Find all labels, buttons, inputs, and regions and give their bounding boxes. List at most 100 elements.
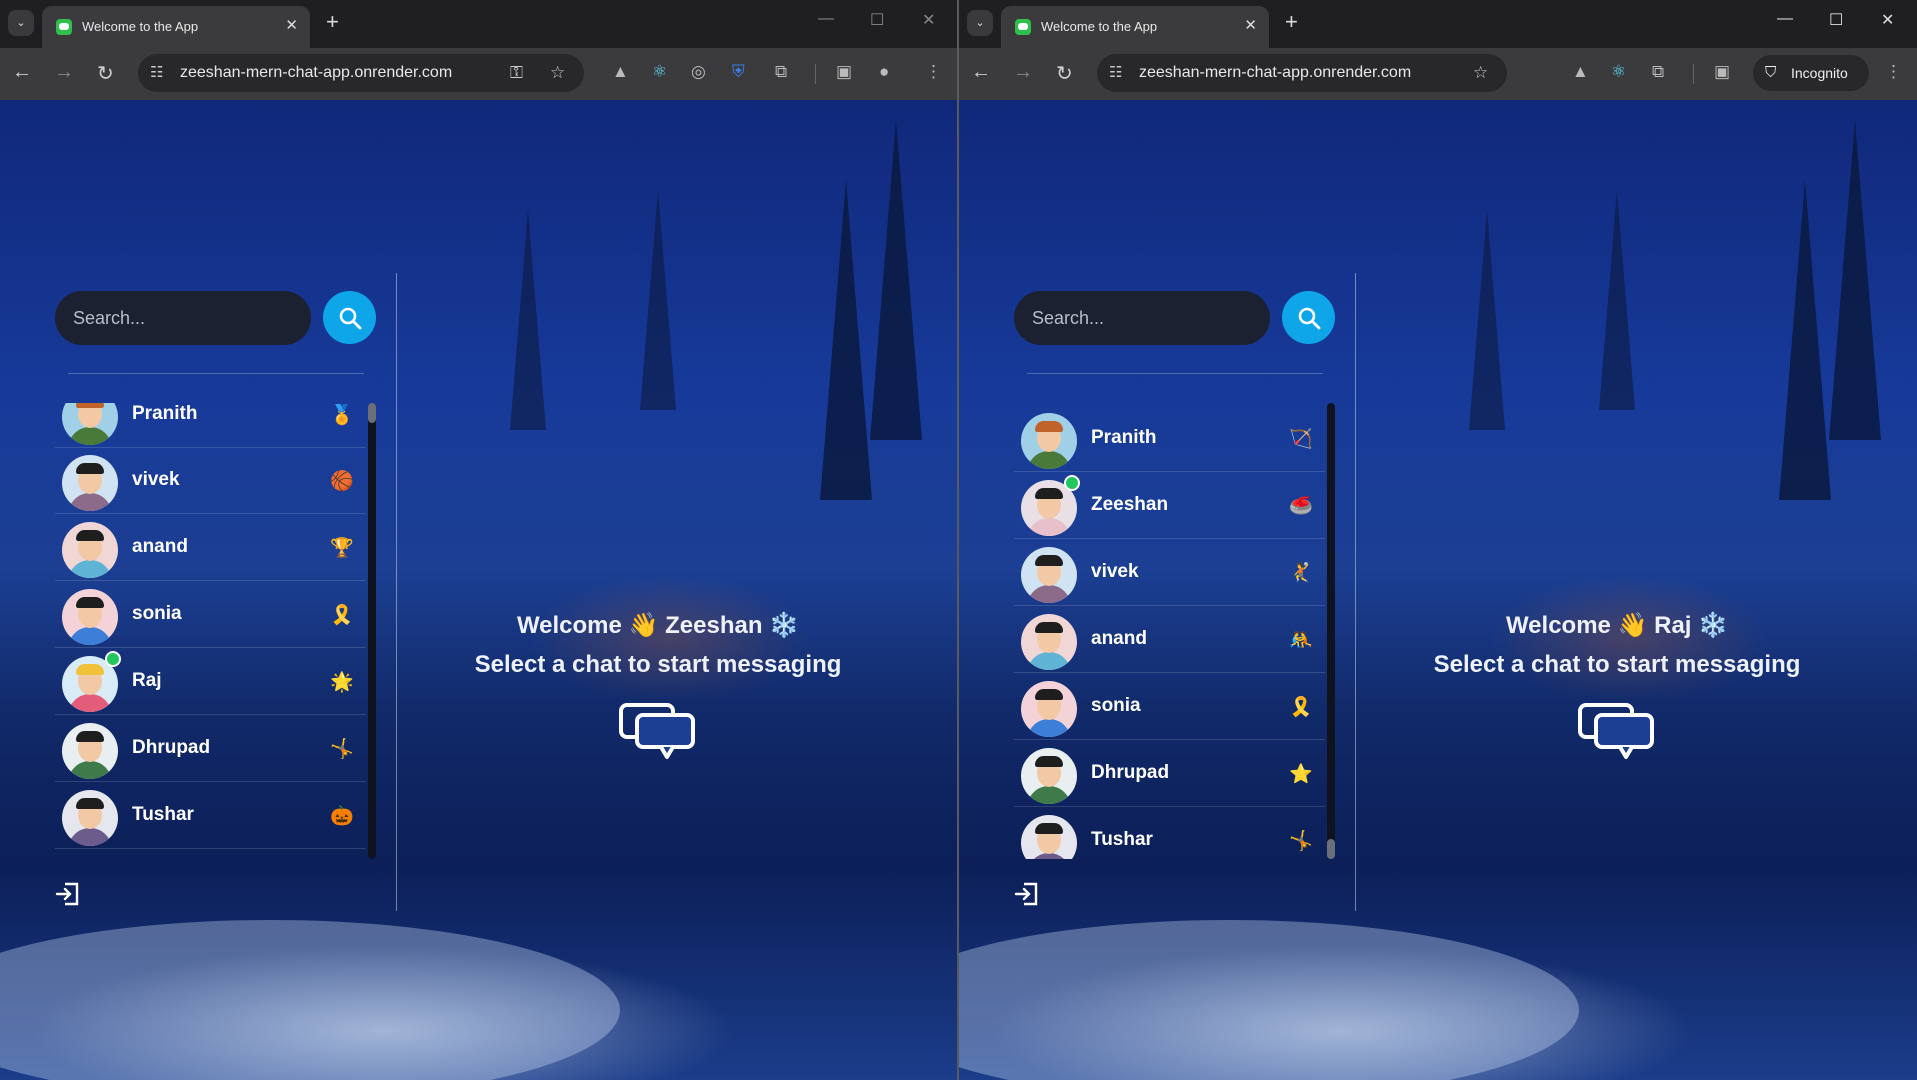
conversation-item[interactable]: sonia 🎗️ — [55, 581, 366, 648]
avatar — [1021, 748, 1077, 804]
conversation-item[interactable]: Pranith 🏹 — [1014, 405, 1325, 472]
conversation-list: Pranith 🏅 vivek 🏀 anand 🏆 sonia 🎗️ Raj 🌟… — [55, 403, 366, 859]
minimize-icon[interactable]: — — [1777, 10, 1793, 28]
reload-icon[interactable]: ↻ — [1056, 61, 1073, 86]
url-text: zeeshan-mern-chat-app.onrender.com — [1139, 64, 1412, 81]
extension-shield-icon[interactable]: ▲ — [612, 62, 629, 82]
profile-avatar-icon[interactable]: ● — [879, 62, 889, 82]
avatar — [62, 455, 118, 511]
address-bar[interactable]: ☷ zeeshan-mern-chat-app.onrender.com ☆ — [1097, 54, 1507, 92]
menu-icon[interactable]: ⋮ — [1885, 62, 1902, 82]
tab-search-button[interactable]: ⌄ — [8, 10, 34, 36]
user-name: Raj — [132, 670, 162, 691]
conversation-item[interactable]: Pranith 🏅 — [55, 403, 366, 448]
user-name: Tushar — [1091, 829, 1153, 850]
tab-search-button[interactable]: ⌄ — [967, 10, 993, 36]
select-chat-text: Select a chat to start messaging — [474, 651, 842, 678]
back-icon[interactable]: ← — [12, 61, 32, 84]
active-tab[interactable]: Welcome to the App ✕ — [42, 6, 310, 48]
maximize-icon[interactable]: ☐ — [1829, 10, 1843, 30]
avatar — [1021, 547, 1077, 603]
site-info-icon[interactable]: ☷ — [1109, 63, 1122, 81]
scrollbar-thumb[interactable] — [1327, 839, 1335, 859]
search-button[interactable] — [1282, 291, 1335, 344]
browser-toolbar: ← → ↻ ☷ zeeshan-mern-chat-app.onrender.c… — [959, 48, 1917, 100]
conversation-item[interactable]: Tushar 🎃 — [55, 782, 366, 849]
conversation-item[interactable]: Tushar 🤸 — [1014, 807, 1325, 859]
avatar — [62, 522, 118, 578]
extensions-icon[interactable]: ⧉ — [775, 62, 787, 82]
extensions-icon[interactable]: ⧉ — [1652, 62, 1664, 82]
close-tab-icon[interactable]: ✕ — [1244, 16, 1257, 34]
reload-icon[interactable]: ↻ — [97, 61, 114, 86]
react-devtools-icon[interactable]: ⚛ — [1611, 62, 1626, 82]
incognito-label: Incognito — [1791, 65, 1848, 81]
new-tab-button[interactable]: + — [1285, 9, 1298, 35]
sidebar: Pranith 🏹 Zeeshan 🥌 — [999, 273, 1356, 911]
conversation-scrollbar[interactable] — [368, 403, 376, 859]
conversation-item[interactable]: Dhrupad 🤸 — [55, 715, 366, 782]
maximize-icon[interactable]: ☐ — [870, 10, 884, 30]
search-input[interactable] — [55, 291, 311, 345]
conversation-scrollbar[interactable] — [1327, 403, 1335, 859]
password-key-icon[interactable]: ⚿ — [510, 63, 523, 83]
chat-favicon-icon — [1015, 19, 1031, 35]
no-chat-selected-panel: Welcome 👋 Raj ❄️ Select a chat to start … — [1355, 273, 1879, 911]
conversation-list: Pranith 🏹 Zeeshan 🥌 vivek 🤾 anand 🤼 soni… — [1014, 403, 1325, 859]
conversation-item[interactable]: vivek 🏀 — [55, 447, 366, 514]
side-panel-icon[interactable]: ▣ — [836, 62, 852, 82]
star-icon[interactable]: ☆ — [550, 63, 565, 83]
divider — [1027, 373, 1323, 374]
active-tab[interactable]: Welcome to the App ✕ — [1001, 6, 1269, 48]
close-window-icon[interactable]: ✕ — [922, 10, 935, 30]
minimize-icon[interactable]: — — [818, 10, 834, 28]
star-icon[interactable]: ☆ — [1473, 63, 1488, 83]
side-panel-icon[interactable]: ▣ — [1714, 62, 1730, 82]
sidebar: Pranith 🏅 vivek 🏀 anand — [40, 273, 397, 911]
conversation-item[interactable]: sonia 🎗️ — [1014, 673, 1325, 740]
search-input[interactable] — [1014, 291, 1270, 345]
url-text: zeeshan-mern-chat-app.onrender.com — [180, 64, 453, 81]
user-emoji: 🏹 — [1289, 429, 1313, 450]
chat-card: Pranith 🏹 Zeeshan 🥌 — [999, 273, 1879, 911]
extension-shield-icon[interactable]: ▲ — [1572, 62, 1589, 82]
react-devtools-icon[interactable]: ⚛ — [652, 62, 667, 82]
snowflake-emoji: ❄️ — [769, 612, 800, 639]
conversation-item[interactable]: Dhrupad ⭐ — [1014, 740, 1325, 807]
no-chat-selected-panel: Welcome 👋 Zeeshan ❄️ Select a chat to st… — [396, 273, 920, 911]
scrollbar-thumb[interactable] — [368, 403, 376, 423]
site-info-icon[interactable]: ☷ — [150, 63, 163, 81]
forward-icon[interactable]: → — [54, 61, 74, 84]
chat-bubbles-icon — [619, 703, 695, 759]
search-icon — [339, 307, 362, 330]
logout-icon[interactable] — [55, 881, 81, 907]
user-emoji: 🤸 — [1289, 831, 1313, 852]
conversation-item[interactable]: Zeeshan 🥌 — [1014, 472, 1325, 539]
user-name: sonia — [1091, 695, 1141, 716]
user-name: vivek — [132, 469, 180, 490]
incognito-indicator[interactable]: ⛉ Incognito — [1753, 55, 1869, 91]
conversation-item[interactable]: Raj 🌟 — [55, 648, 366, 715]
new-tab-button[interactable]: + — [326, 9, 339, 35]
conversation-item[interactable]: vivek 🤾 — [1014, 539, 1325, 606]
user-emoji: 🌟 — [330, 672, 354, 693]
chat-app-page: Pranith 🏅 vivek 🏀 anand — [0, 100, 957, 1080]
close-tab-icon[interactable]: ✕ — [285, 16, 298, 34]
close-window-icon[interactable]: ✕ — [1881, 10, 1894, 30]
bitwarden-icon[interactable]: ⛨ — [732, 62, 745, 82]
incognito-icon: ⛉ — [1765, 64, 1777, 81]
menu-icon[interactable]: ⋮ — [925, 62, 942, 82]
tab-title: Welcome to the App — [82, 19, 199, 34]
target-extension-icon[interactable]: ◎ — [691, 62, 706, 82]
forward-icon[interactable]: → — [1013, 61, 1033, 84]
online-indicator — [1064, 475, 1080, 491]
search-button[interactable] — [323, 291, 376, 344]
divider — [68, 373, 364, 374]
conversation-item[interactable]: anand 🤼 — [1014, 606, 1325, 673]
address-bar[interactable]: ☷ zeeshan-mern-chat-app.onrender.com ⚿ ☆ — [138, 54, 584, 92]
search-icon — [1298, 307, 1321, 330]
back-icon[interactable]: ← — [971, 61, 991, 84]
user-emoji: 🏆 — [330, 538, 354, 559]
logout-icon[interactable] — [1014, 881, 1040, 907]
conversation-item[interactable]: anand 🏆 — [55, 514, 366, 581]
